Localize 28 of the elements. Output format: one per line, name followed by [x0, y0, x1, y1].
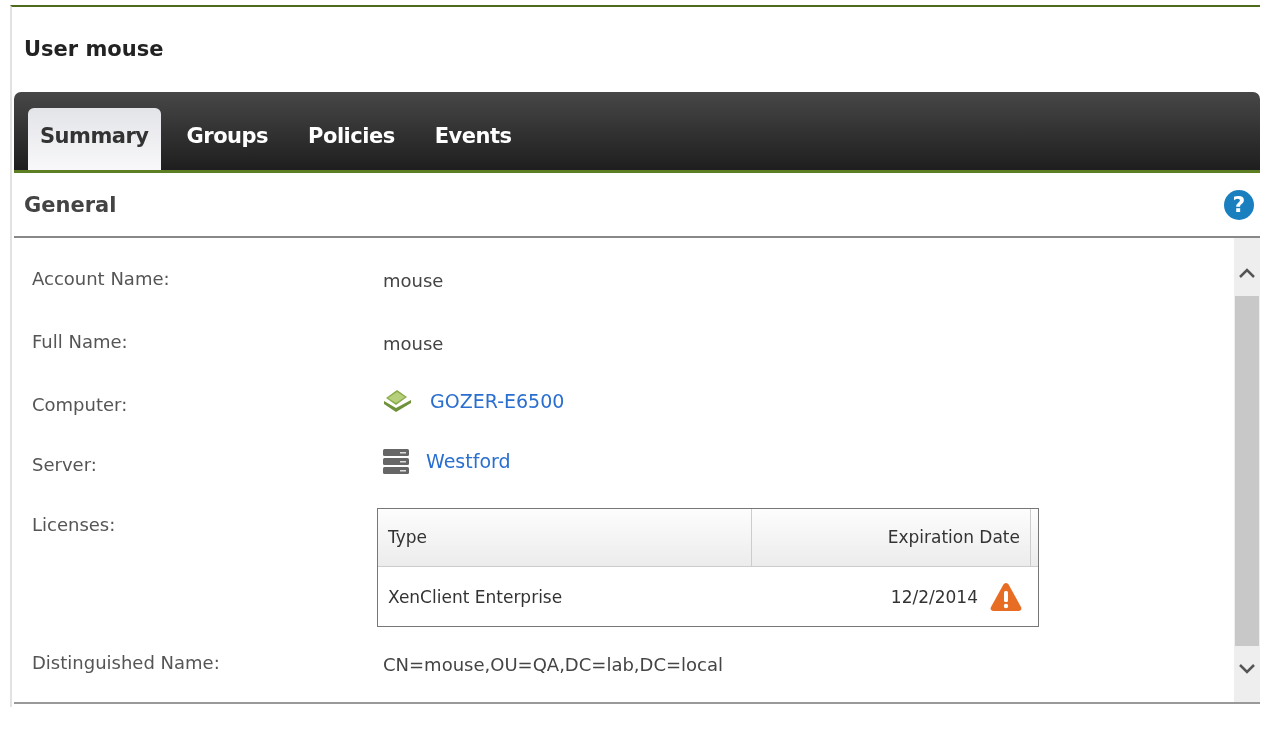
field-label: Licenses:	[32, 513, 117, 537]
server-icon	[383, 448, 409, 474]
laptop-icon	[383, 388, 413, 414]
scroll-thumb[interactable]	[1235, 296, 1259, 646]
tab[interactable]: Events	[414, 108, 532, 170]
field-link[interactable]: Westford	[426, 450, 511, 472]
scroll-down-icon[interactable]	[1239, 664, 1255, 674]
table-cell-text: XenClient Enterprise	[387, 586, 564, 607]
column-header[interactable]: Expiration Date	[752, 509, 1031, 566]
section-title: General	[24, 192, 117, 217]
field-value: mouse	[383, 333, 444, 354]
field-value: CN=mouse,OU=QA,DC=lab,DC=local	[383, 654, 723, 675]
table-cell: 12/2/2014	[890, 586, 978, 607]
field-label: Account Name:	[32, 267, 171, 291]
tab[interactable]: Policies	[288, 108, 415, 170]
field-label: Distinguished Name:	[32, 651, 221, 675]
field-label: Computer:	[32, 393, 129, 417]
page-title: User mouse	[23, 36, 165, 63]
tab[interactable]: Summary	[28, 108, 161, 170]
field-value: mouse	[383, 270, 444, 291]
field-label: Full Name:	[32, 330, 129, 354]
column-header[interactable]: Type	[378, 509, 752, 566]
help-icon[interactable]: ?	[1224, 189, 1254, 220]
scrollbar[interactable]	[1234, 238, 1260, 702]
field-link[interactable]: GOZER-E6500	[430, 390, 565, 412]
field-label: Server:	[32, 453, 98, 477]
tab[interactable]: Groups	[166, 108, 289, 170]
scroll-up-icon[interactable]	[1239, 268, 1255, 278]
